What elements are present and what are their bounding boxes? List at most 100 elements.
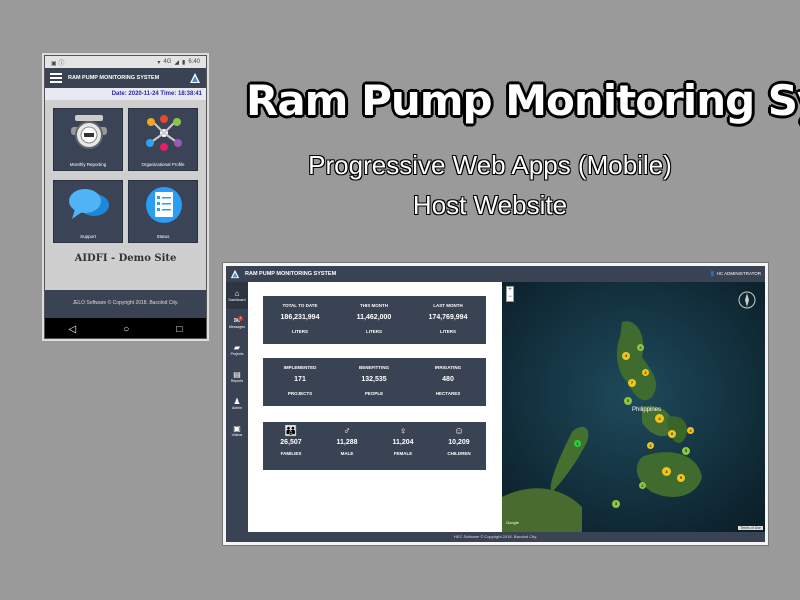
map-cluster-marker[interactable]: 9 bbox=[677, 474, 685, 482]
desktop-app-title: RAM PUMP MONITORING SYSTEM bbox=[245, 271, 337, 277]
org-icon bbox=[146, 115, 182, 151]
stat-header: TOTAL TO DATE bbox=[282, 303, 318, 308]
sidebar-item-messages[interactable]: ✉ 1 Messages bbox=[226, 309, 248, 336]
chat-icon bbox=[69, 189, 109, 219]
stat-children: ☺ 10,209 CHILDREN bbox=[431, 426, 487, 456]
stat-female: ♀ 11,204 FEMALE bbox=[375, 426, 431, 456]
stat-value: 132,535 bbox=[361, 376, 387, 383]
wifi-icon: ▾ bbox=[157, 59, 161, 66]
signal-icon: ◢ bbox=[174, 59, 179, 66]
map-cluster-marker[interactable]: 5 bbox=[682, 447, 690, 455]
headline-subtitle-host: Host Website bbox=[412, 190, 568, 220]
home-icon[interactable]: ○ bbox=[123, 324, 129, 335]
stat-last-month: LAST MONTH 174,769,994 LITERS bbox=[411, 303, 485, 334]
sidebar-item-projects[interactable]: ▰ Projects bbox=[226, 336, 248, 363]
map-cluster-marker[interactable]: 2 bbox=[639, 482, 646, 489]
map-cluster-marker[interactable]: 2 bbox=[647, 442, 654, 449]
stat-value: 26,507 bbox=[280, 439, 302, 446]
stat-unit: FEMALE bbox=[393, 451, 413, 456]
water-output-card: TOTAL TO DATE 186,231,994 LITERS THIS MO… bbox=[263, 296, 486, 344]
stat-total-to-date: TOTAL TO DATE 186,231,994 LITERS bbox=[263, 303, 337, 334]
logo-icon bbox=[190, 73, 200, 83]
stat-implemented: IMPLEMENTED 171 PROJECTS bbox=[263, 365, 337, 396]
hamburger-menu-icon[interactable] bbox=[50, 73, 62, 83]
map-cluster-marker[interactable]: 8 bbox=[668, 430, 676, 438]
tile-label: Monthly Reporting bbox=[69, 162, 107, 167]
map-cluster-marker[interactable]: 3 bbox=[662, 467, 671, 476]
report-icon: ▤ bbox=[233, 370, 241, 379]
headline-subtitle-pwa: Progressive Web Apps (Mobile) bbox=[308, 150, 672, 180]
stat-unit: LITERS bbox=[439, 329, 456, 334]
map-cluster-marker[interactable]: 4 bbox=[655, 414, 664, 423]
map-brand: Google bbox=[506, 520, 519, 525]
map-cluster-marker[interactable]: 2 bbox=[642, 369, 649, 376]
family-icon: 👪 bbox=[284, 426, 298, 437]
map-zoom-control[interactable]: + − bbox=[506, 286, 514, 302]
checklist-icon bbox=[146, 187, 182, 223]
mobile-footer: JELO Software © Copyright 2018. Bacolod … bbox=[45, 290, 206, 318]
sidebar-item-reports[interactable]: ▤ Reports bbox=[226, 363, 248, 390]
user-name: HC ADMINISTRATOR bbox=[716, 271, 761, 276]
map-cluster-marker[interactable]: 1 bbox=[574, 440, 581, 447]
tile-label: Support bbox=[80, 234, 96, 239]
stat-benefitting: BENEFITTING 132,535 PEOPLE bbox=[337, 365, 411, 396]
map-cluster-marker[interactable]: 3 bbox=[612, 500, 620, 508]
map-terms-link[interactable]: Terms of Use bbox=[738, 526, 763, 530]
tile-organizational-profile[interactable]: Organizational Profile bbox=[128, 108, 198, 171]
mobile-app-header: RAM PUMP MONITORING SYSTEM bbox=[45, 68, 206, 88]
stat-unit: CHILDREN bbox=[447, 451, 471, 456]
network-label: 4G bbox=[163, 58, 172, 65]
stat-this-month: THIS MONTH 11,462,000 LITERS bbox=[337, 303, 411, 334]
sidebar-item-videos[interactable]: ▣ Videos bbox=[226, 417, 248, 444]
tile-support[interactable]: Support bbox=[53, 180, 123, 243]
stat-unit: FAMILIES bbox=[280, 451, 302, 456]
video-icon: ▣ bbox=[233, 424, 241, 433]
battery-icon: ▮ bbox=[182, 59, 186, 66]
zoom-out-button[interactable]: − bbox=[507, 294, 513, 301]
zoom-in-button[interactable]: + bbox=[507, 287, 513, 294]
map-cluster-marker[interactable]: 3 bbox=[624, 397, 632, 405]
tile-status[interactable]: Status bbox=[128, 180, 198, 243]
sidebar-item-label: Videos bbox=[231, 433, 243, 437]
stat-unit: MALE bbox=[340, 451, 354, 456]
stat-unit: PEOPLE bbox=[364, 391, 384, 396]
tile-monthly-reporting[interactable]: Monthly Reporting bbox=[53, 108, 123, 171]
stat-unit: PROJECTS bbox=[287, 391, 313, 396]
mobile-screenshot: ▣ ⓘ ▾ 4G ◢ ▮ 6:40 RAM PUMP MONITORING SY… bbox=[44, 55, 207, 339]
female-icon: ♀ bbox=[399, 426, 407, 437]
sidebar-item-admin[interactable]: ♟ Admin bbox=[226, 390, 248, 417]
tile-label: Organizational Profile bbox=[141, 162, 185, 167]
map-cluster-marker[interactable]: 7 bbox=[628, 379, 636, 387]
sidebar-item-label: Messages bbox=[229, 325, 245, 329]
status-time: 6:40 bbox=[188, 58, 200, 65]
map-label-philippines: Philippines bbox=[632, 407, 662, 413]
stat-value: 171 bbox=[294, 376, 306, 383]
android-nav-bar: ◁ ○ □ bbox=[45, 318, 206, 338]
sidebar-item-dashboard[interactable]: ⌂ Dashboard bbox=[226, 282, 248, 309]
stat-unit: HECTARES bbox=[435, 391, 461, 396]
meter-icon bbox=[71, 115, 107, 149]
recent-apps-icon[interactable]: □ bbox=[176, 324, 182, 335]
stat-value: 480 bbox=[442, 376, 454, 383]
stat-value: 11,288 bbox=[336, 439, 358, 446]
stat-header: IMPLEMENTED bbox=[283, 365, 317, 370]
back-icon[interactable]: ◁ bbox=[69, 324, 77, 335]
impact-card: IMPLEMENTED 171 PROJECTS BENEFITTING 132… bbox=[263, 358, 486, 406]
project-map[interactable]: + − Philippines Google Terms of Use 4 2 … bbox=[502, 282, 765, 532]
desktop-screenshot: RAM PUMP MONITORING SYSTEM 👤 HC ADMINIST… bbox=[223, 263, 768, 545]
logo-icon bbox=[230, 269, 240, 279]
dashboard-panel: TOTAL TO DATE 186,231,994 LITERS THIS MO… bbox=[248, 282, 501, 532]
male-icon: ♂ bbox=[343, 426, 351, 437]
map-cluster-marker[interactable]: 4 bbox=[622, 352, 630, 360]
map-cluster-marker[interactable]: 2 bbox=[637, 344, 644, 351]
child-icon: ☺ bbox=[453, 426, 465, 437]
stat-unit: LITERS bbox=[365, 329, 382, 334]
stat-value: 174,769,994 bbox=[428, 314, 468, 321]
stat-header: BENEFITTING bbox=[359, 365, 389, 370]
sidebar-item-label: Reports bbox=[230, 379, 244, 383]
tile-label: Status bbox=[156, 234, 170, 239]
map-cluster-marker[interactable]: 4 bbox=[687, 427, 694, 434]
sidebar-item-label: Projects bbox=[230, 352, 244, 356]
user-menu[interactable]: 👤 HC ADMINISTRATOR bbox=[710, 271, 761, 277]
stat-header: LAST MONTH bbox=[433, 303, 463, 308]
